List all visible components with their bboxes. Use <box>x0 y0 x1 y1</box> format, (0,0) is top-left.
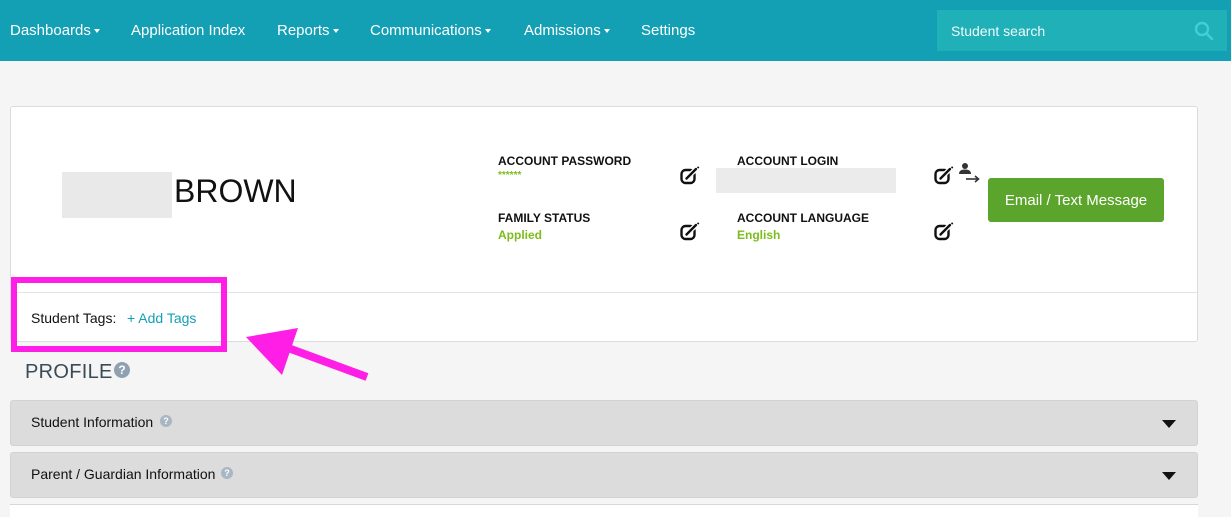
nav-settings-label: Settings <box>641 22 696 39</box>
student-search <box>937 10 1227 51</box>
account-password-value: ****** <box>498 170 522 181</box>
accordion-student-information[interactable]: Student Information ? <box>10 400 1198 446</box>
nav-reports-label: Reports <box>277 22 330 39</box>
annotation-arrow <box>246 328 369 381</box>
accordion-parent-guardian-information[interactable]: Parent / Guardian Information ? <box>10 452 1198 498</box>
nav-application-index[interactable]: Application Index <box>131 0 245 61</box>
caret-down-icon[interactable] <box>1162 472 1176 480</box>
nav-admissions-label: Admissions <box>524 22 601 39</box>
nav-communications[interactable]: Communications <box>370 0 491 61</box>
top-nav: Dashboards Application Index Reports Com… <box>0 0 1231 61</box>
caret-down-icon <box>332 29 339 34</box>
account-login-label: ACCOUNT LOGIN <box>737 154 839 168</box>
email-text-message-button[interactable]: Email / Text Message <box>988 178 1164 222</box>
switch-user-icon[interactable] <box>957 162 981 184</box>
nav-communications-label: Communications <box>370 22 482 39</box>
annotation-highlight-box <box>11 277 227 352</box>
nav-application-index-label: Application Index <box>131 22 246 39</box>
nav-reports[interactable]: Reports <box>277 0 339 61</box>
account-language-label: ACCOUNT LANGUAGE <box>737 211 869 225</box>
nav-admissions[interactable]: Admissions <box>524 0 610 61</box>
student-information-help-icon[interactable]: ? <box>160 415 172 427</box>
account-language-value: English <box>737 228 781 242</box>
caret-down-icon[interactable] <box>1162 420 1176 428</box>
first-name-redacted <box>62 172 172 218</box>
nav-settings[interactable]: Settings <box>641 0 695 61</box>
family-status-label: FAMILY STATUS <box>498 211 591 225</box>
profile-title: PROFILE <box>25 361 113 383</box>
student-last-name: BROWN <box>174 173 297 209</box>
edit-login-icon[interactable] <box>933 165 955 187</box>
caret-down-icon <box>603 29 610 34</box>
search-icon[interactable] <box>1194 21 1214 41</box>
account-password-label: ACCOUNT PASSWORD <box>498 154 632 168</box>
accordion-parent-guardian-information-label: Parent / Guardian Information <box>31 466 216 482</box>
edit-password-icon[interactable] <box>679 165 701 187</box>
nav-dashboards-label: Dashboards <box>10 22 91 39</box>
caret-down-icon <box>93 29 100 34</box>
parent-guardian-help-icon[interactable]: ? <box>221 467 233 479</box>
nav-dashboards[interactable]: Dashboards <box>10 0 100 61</box>
account-login-value-redacted <box>716 168 896 193</box>
student-search-input[interactable] <box>937 10 1187 51</box>
edit-language-icon[interactable] <box>933 221 955 243</box>
family-status-value: Applied <box>498 228 542 242</box>
profile-help-icon[interactable]: ? <box>114 362 130 378</box>
edit-family-status-icon[interactable] <box>679 221 701 243</box>
accordion-student-information-label: Student Information <box>31 414 154 430</box>
caret-down-icon <box>484 29 491 34</box>
next-section-edge <box>10 504 1198 517</box>
